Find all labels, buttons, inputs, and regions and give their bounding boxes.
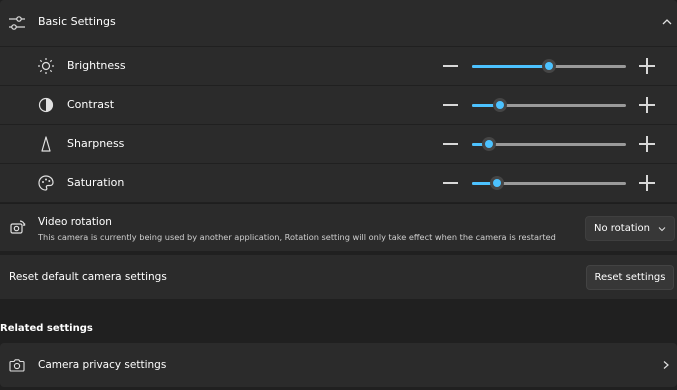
saturation-slider[interactable] <box>472 176 626 190</box>
contrast-slider-thumb[interactable] <box>492 98 507 112</box>
rotate-camera-icon <box>8 219 26 237</box>
brightness-increase-button[interactable] <box>639 58 655 74</box>
camera-settings-page: Basic Settings Brightness Contrast Sharp… <box>0 0 677 390</box>
slider-row-brightness: Brightness <box>0 47 677 85</box>
camera-privacy-settings-link[interactable]: Camera privacy settings <box>0 343 677 387</box>
reset-settings-button[interactable]: Reset settings <box>586 265 674 290</box>
slider-row-saturation: Saturation <box>0 164 677 202</box>
brightness-slider-thumb[interactable] <box>542 59 556 73</box>
brightness-slider-fill <box>472 65 549 68</box>
chevron-down-icon <box>658 225 666 233</box>
sharpness-decrease-button[interactable] <box>443 143 458 145</box>
sharpness-icon <box>37 135 55 153</box>
camera-icon <box>9 357 25 373</box>
saturation-slider-thumb[interactable] <box>489 176 504 190</box>
chevron-right-icon <box>661 360 671 370</box>
contrast-decrease-button[interactable] <box>443 104 458 106</box>
video-rotation-description: This camera is currently being used by a… <box>38 232 556 242</box>
reset-settings-label: Reset default camera settings <box>9 271 167 283</box>
brightness-slider[interactable] <box>472 59 626 73</box>
palette-icon <box>37 174 55 192</box>
sun-icon <box>37 57 55 75</box>
saturation-increase-button[interactable] <box>639 175 655 191</box>
brightness-label: Brightness <box>67 59 126 72</box>
contrast-increase-button[interactable] <box>639 97 655 113</box>
slider-row-sharpness: Sharpness <box>0 125 677 163</box>
rotation-dropdown-value: No rotation <box>594 223 650 234</box>
contrast-slider[interactable] <box>472 98 626 112</box>
saturation-label: Saturation <box>67 176 125 189</box>
basic-settings-title: Basic Settings <box>38 15 116 28</box>
saturation-decrease-button[interactable] <box>443 182 458 184</box>
sharpness-slider-thumb[interactable] <box>481 137 496 151</box>
contrast-icon <box>37 96 55 114</box>
rotation-dropdown[interactable]: No rotation <box>585 216 675 241</box>
reset-settings-row: Reset default camera settings Reset sett… <box>0 255 677 299</box>
video-rotation-row: Video rotation This camera is currently … <box>0 203 677 251</box>
sharpness-label: Sharpness <box>67 137 125 150</box>
video-rotation-title: Video rotation <box>38 216 112 228</box>
sharpness-slider[interactable] <box>472 137 626 151</box>
contrast-label: Contrast <box>67 98 115 111</box>
related-settings-heading: Related settings <box>0 323 93 334</box>
brightness-decrease-button[interactable] <box>443 65 458 67</box>
chevron-up-icon[interactable] <box>661 16 673 28</box>
camera-privacy-settings-label: Camera privacy settings <box>38 359 167 371</box>
slider-row-contrast: Contrast <box>0 86 677 124</box>
sharpness-increase-button[interactable] <box>639 136 655 152</box>
sliders-icon <box>8 14 26 32</box>
basic-settings-header[interactable]: Basic Settings <box>0 0 677 46</box>
